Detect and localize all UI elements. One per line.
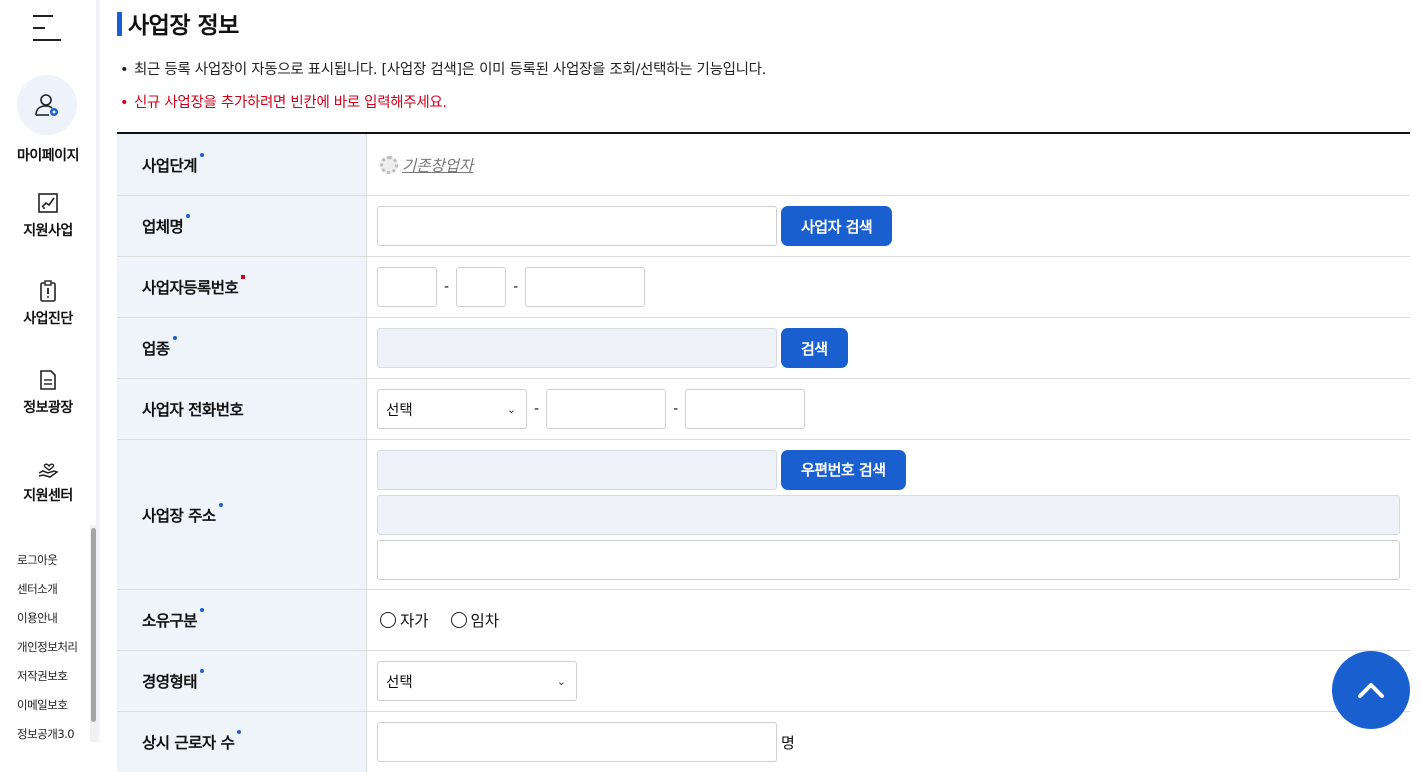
user-settings-icon[interactable]: [17, 75, 77, 135]
phone-prefix-select[interactable]: 선택 ⌄: [377, 389, 527, 429]
field-label: 사업단계: [117, 134, 367, 195]
sidebar-item-label: 지원사업: [23, 223, 73, 239]
employee-unit: 명: [781, 733, 795, 752]
employee-count-input[interactable]: [377, 722, 777, 762]
footer-link-logout[interactable]: 로그아웃: [17, 552, 77, 581]
select-value: 선택: [386, 674, 413, 691]
form-row-business-reg-no: 사업자등록번호 - -: [117, 257, 1410, 318]
gear-icon: [380, 155, 398, 174]
reg-no-part1-input[interactable]: [377, 267, 437, 307]
zipcode-input[interactable]: [377, 449, 777, 490]
dash: -: [534, 401, 540, 417]
chart-icon: [38, 193, 58, 213]
required-dot: [200, 608, 205, 612]
reg-no-part3-input[interactable]: [525, 267, 646, 307]
hand-heart-icon: [38, 463, 59, 478]
field-label: 경영형태: [117, 651, 367, 711]
dash: -: [444, 279, 450, 295]
field-label: 소유구분: [117, 590, 367, 650]
title-accent-bar: [117, 12, 122, 36]
required-dot: [218, 502, 223, 507]
required-dot: [200, 669, 205, 673]
sidebar-item-diagnosis[interactable]: 사업진단: [0, 280, 96, 328]
sidebar-item-label: 정보광장: [23, 400, 73, 416]
field-label: 업체명: [117, 196, 367, 256]
field-label: 사업장 주소: [117, 440, 367, 589]
form-row-industry: 업종 검색: [117, 318, 1410, 379]
scroll-to-top-button[interactable]: [1332, 651, 1410, 729]
radio-label: 자가: [400, 612, 429, 630]
address-line2-input[interactable]: [377, 539, 1400, 580]
form-row-employees: 상시 근로자 수 명: [117, 712, 1410, 772]
company-name-input[interactable]: [377, 206, 777, 246]
sidebar-item-label: 사업진단: [23, 311, 73, 327]
sidebar-item-support-center[interactable]: 지원센터: [0, 457, 96, 505]
sidebar-item-support-programs[interactable]: 지원사업: [0, 192, 96, 240]
bullet: •: [120, 62, 129, 78]
radio-label: 임차: [470, 612, 500, 630]
footer-link-privacy[interactable]: 개인정보처리: [17, 639, 78, 668]
form-row-ownership: 소유구분 자가 임차: [117, 590, 1410, 651]
sidebar-divider: [96, 0, 100, 742]
address-line1-input[interactable]: [377, 494, 1400, 535]
radio-circle[interactable]: [380, 612, 396, 628]
radio-leased[interactable]: 임차: [450, 609, 500, 631]
sidebar-item-mypage[interactable]: 마이페이지: [0, 139, 96, 165]
sidebar-item-label: 마이페이지: [17, 148, 79, 164]
form-row-management-type: 경영형태 선택 ⌄: [117, 651, 1410, 712]
business-search-button[interactable]: 사업자 검색: [781, 206, 893, 246]
field-label: 상시 근로자 수: [117, 712, 367, 772]
required-dot: [200, 152, 205, 157]
footer-link-open-info[interactable]: 정보공개3.0: [17, 726, 77, 755]
sidebar-item-label: 지원센터: [23, 488, 73, 504]
select-value: 선택: [386, 402, 413, 419]
page-title: 사업장 정보: [128, 13, 239, 39]
phone-part3-input[interactable]: [685, 389, 806, 429]
form-row-phone: 사업자 전화번호 선택 ⌄ - -: [117, 379, 1410, 440]
chevron-down-icon: ⌄: [506, 402, 516, 416]
bullet: •: [120, 95, 129, 111]
reg-no-part2-input[interactable]: [456, 267, 507, 307]
chevron-down-icon: ⌄: [556, 674, 566, 688]
footer-link-copyright[interactable]: 저작권보호: [17, 668, 77, 697]
notice-info-text: 최근 등록 사업장이 자동으로 표시됩니다. [사업장 검색]은 이미 등록된 …: [134, 62, 767, 78]
document-icon: [40, 370, 56, 390]
field-label: 사업자 전화번호: [117, 379, 367, 439]
radio-circle[interactable]: [450, 612, 467, 628]
sidebar-item-info-plaza[interactable]: 정보광장: [0, 369, 96, 417]
required-dot: [186, 214, 191, 218]
hamburger-menu-icon[interactable]: [33, 14, 61, 42]
phone-part2-input[interactable]: [546, 389, 667, 429]
footer-link-email[interactable]: 이메일보호: [17, 697, 77, 726]
field-label: 업종: [117, 318, 367, 378]
form-row-company-name: 업체명 사업자 검색: [117, 196, 1410, 257]
dash: -: [513, 279, 519, 295]
required-dot: [172, 336, 177, 340]
field-label: 사업자등록번호: [117, 257, 367, 317]
footer-link-about[interactable]: 센터소개: [17, 581, 77, 610]
clipboard-alert-icon: [40, 280, 56, 302]
form-row-business-stage: 사업단계 기존창업자: [117, 134, 1410, 196]
business-info-form: 사업단계 기존창업자 업체명 사업자 검색 사업자등록번호 - - 업종 검색 …: [117, 132, 1410, 772]
dash: -: [673, 401, 679, 417]
notice-warning: • 신규 사업장을 추가하려면 빈칸에 바로 입력해주세요.: [120, 91, 447, 112]
required-dot: [241, 275, 246, 279]
notice-info: • 최근 등록 사업장이 자동으로 표시됩니다. [사업장 검색]은 이미 등록된…: [120, 58, 766, 79]
radio-owned[interactable]: 자가: [380, 609, 429, 631]
footer-links: 로그아웃 센터소개 이용안내 개인정보처리 저작권보호 이메일보호 정보공개3.…: [17, 552, 78, 755]
chevron-up-icon: [1358, 683, 1384, 698]
business-stage-text: 기존창업자: [402, 156, 474, 175]
industry-input[interactable]: [377, 328, 777, 368]
business-stage-value: 기존창업자: [380, 154, 473, 176]
sidebar: 마이페이지 지원사업 사업진단 정보광장 지원센터 로그아웃 센터소개 이용안내…: [0, 0, 96, 742]
footer-link-guide[interactable]: 이용안내: [17, 610, 77, 639]
zipcode-search-button[interactable]: 우편번호 검색: [781, 449, 906, 490]
form-row-address: 사업장 주소 우편번호 검색: [117, 440, 1410, 590]
industry-search-button[interactable]: 검색: [781, 328, 848, 368]
notice-warning-text: 신규 사업장을 추가하려면 빈칸에 바로 입력해주세요.: [134, 95, 447, 111]
required-dot: [237, 730, 242, 734]
management-type-select[interactable]: 선택 ⌄: [377, 661, 577, 701]
